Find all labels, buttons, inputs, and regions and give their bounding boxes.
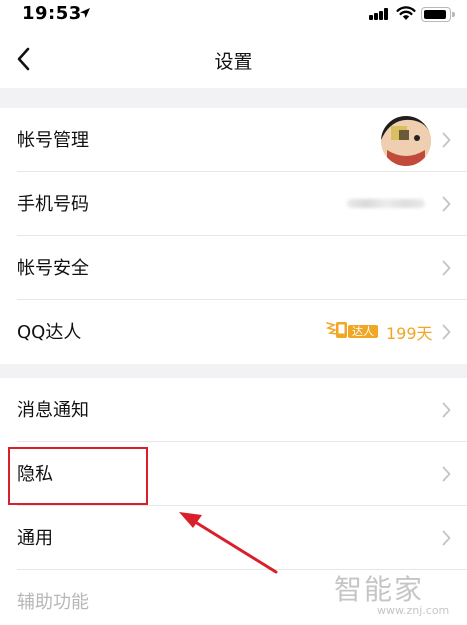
chevron-right-icon — [442, 260, 451, 276]
account-management-label: 帐号管理 — [17, 130, 89, 151]
page-title: 设置 — [214, 51, 253, 73]
phone-number-row[interactable]: 手机号码 — [0, 172, 467, 236]
section-gap — [0, 364, 467, 378]
chevron-right-icon — [442, 196, 451, 212]
chevron-right-icon — [442, 466, 451, 482]
qq-expert-days: 199天 — [386, 324, 433, 343]
phone-number-value-redacted — [347, 199, 425, 208]
nav-bar: 设置 — [0, 30, 467, 88]
general-row[interactable]: 通用 — [0, 506, 467, 570]
account-security-label: 帐号安全 — [17, 258, 89, 279]
qq-expert-badge-text: 达人 — [352, 325, 374, 338]
status-time: 19:53 — [22, 3, 82, 24]
general-label: 通用 — [17, 528, 53, 549]
chevron-right-icon — [442, 530, 451, 546]
chevron-right-icon — [442, 324, 451, 340]
phone-number-label: 手机号码 — [17, 194, 89, 215]
chevron-right-icon — [442, 402, 451, 418]
account-security-row[interactable]: 帐号安全 — [0, 236, 467, 300]
privacy-highlight-box — [8, 447, 148, 505]
qq-expert-label: QQ达人 — [17, 322, 82, 343]
section-gap — [0, 88, 467, 108]
account-management-row[interactable]: 帐号管理 — [0, 108, 467, 172]
status-bar: 19:53 — [0, 0, 467, 30]
notifications-label: 消息通知 — [17, 400, 89, 421]
avatar — [381, 116, 431, 166]
wifi-icon — [396, 6, 416, 20]
location-arrow-icon — [80, 8, 90, 18]
accessibility-label: 辅助功能 — [17, 592, 89, 613]
watermark: 智能家 — [334, 573, 425, 606]
chevron-right-icon — [442, 132, 451, 148]
notifications-row[interactable]: 消息通知 — [0, 378, 467, 442]
battery-icon — [421, 7, 455, 22]
qq-expert-row[interactable]: QQ达人 达人 199天 — [0, 300, 467, 364]
watermark-url: www.znj.com — [377, 604, 450, 617]
cellular-signal-icon — [369, 8, 389, 20]
